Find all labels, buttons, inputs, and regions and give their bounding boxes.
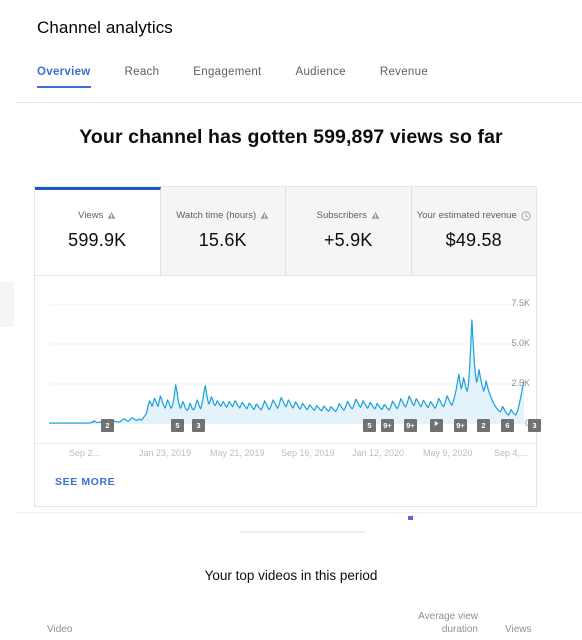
- metric-card-watch-time[interactable]: Watch time (hours) 15.6K: [160, 187, 286, 275]
- tab-overview[interactable]: Overview: [37, 66, 91, 88]
- metric-label-views-text: Views: [78, 210, 104, 221]
- column-header-video: Video: [47, 624, 73, 635]
- x-tick-label: May 21, 2019: [210, 448, 265, 458]
- metric-label-subscribers-text: Subscribers: [316, 210, 367, 221]
- metric-label-subscribers: Subscribers: [317, 210, 380, 221]
- chart-event-badge[interactable]: 9+: [381, 419, 394, 432]
- x-tick-label: Jan 23, 2019: [139, 448, 192, 458]
- metric-card-subscribers[interactable]: Subscribers +5.9K: [286, 187, 412, 275]
- triangle-icon: [371, 211, 380, 220]
- x-tick-label: May 9, 2020: [423, 448, 473, 458]
- metric-card-strip: Views 599.9K Watch time (hours) 15.6K Su…: [34, 186, 537, 276]
- tab-audience[interactable]: Audience: [296, 66, 346, 88]
- metric-value-estimated-revenue: $49.58: [445, 230, 502, 250]
- metric-card-views[interactable]: Views 599.9K: [35, 187, 161, 275]
- avg-view-duration-line1: Average view: [418, 611, 478, 622]
- metric-value-views: 599.9K: [68, 230, 127, 250]
- column-header-views: Views: [505, 624, 532, 635]
- left-gutter-artifact: [0, 282, 14, 327]
- chart-event-badge[interactable]: 6: [501, 419, 514, 432]
- chart-y-axis: 7.5K 5.0K 2.5K 0: [484, 298, 530, 428]
- see-more-link[interactable]: SEE MORE: [55, 476, 115, 488]
- chart-event-badge[interactable]: 2: [477, 419, 490, 432]
- metric-label-views: Views: [78, 210, 116, 221]
- triangle-icon: [260, 211, 269, 220]
- tab-reach[interactable]: Reach: [125, 66, 160, 88]
- top-videos-title: Your top videos in this period: [204, 568, 378, 583]
- views-chart-card: 7.5K 5.0K 2.5K 0 25359+9+9+263 Sep 2...J…: [34, 276, 541, 507]
- thin-divider: [240, 531, 365, 533]
- chart-event-badge[interactable]: 5: [171, 419, 184, 432]
- chart-event-badge[interactable]: 2: [101, 419, 114, 432]
- chart-area-fill: [49, 320, 524, 424]
- analytics-tab-bar: Overview Reach Engagement Audience Reven…: [37, 66, 462, 88]
- y-tick-label: 5.0K: [511, 338, 530, 348]
- chart-event-badges: 2 5 3 5 9+ 9+ 9+ 2 6 3: [49, 419, 541, 435]
- tab-revenue[interactable]: Revenue: [380, 66, 428, 88]
- metric-value-watch-time: 15.6K: [198, 230, 247, 250]
- chart-event-badge[interactable]: 3: [528, 419, 541, 432]
- page-title: Channel analytics: [37, 18, 173, 37]
- analytics-header: Channel analytics Overview Reach Engagem…: [15, 0, 582, 103]
- x-tick-label: Sep 16, 2019: [281, 448, 335, 458]
- metric-value-subscribers: +5.9K: [323, 230, 373, 250]
- x-tick-label: Sep 2...: [69, 448, 101, 458]
- metric-label-watch-time: Watch time (hours): [176, 210, 269, 221]
- views-chart[interactable]: [49, 304, 524, 424]
- blue-marker-icon: [408, 516, 413, 520]
- views-chart-svg: [49, 304, 524, 424]
- metric-card-estimated-revenue[interactable]: Your estimated revenue $49.58: [411, 187, 536, 275]
- chart-event-badge[interactable]: 9+: [404, 419, 417, 432]
- chart-event-badge[interactable]: 9+: [454, 419, 467, 432]
- metric-label-watch-time-text: Watch time (hours): [176, 210, 257, 221]
- chart-event-badge[interactable]: 5: [363, 419, 376, 432]
- clock-icon: [521, 210, 531, 221]
- chart-x-axis: Sep 2... Jan 23, 2019 May 21, 2019 Sep 16, …: [35, 443, 538, 459]
- metric-label-estimated-revenue: Your estimated revenue: [417, 210, 531, 221]
- y-tick-label: 7.5K: [511, 298, 530, 308]
- avg-view-duration-line2: duration: [441, 624, 478, 635]
- badge-play-icon[interactable]: [430, 419, 443, 432]
- triangle-icon: [107, 211, 116, 220]
- section-divider: [15, 512, 582, 513]
- column-header-avg-view-duration: Average view duration: [404, 610, 478, 636]
- y-tick-label: 2.5K: [511, 378, 530, 388]
- channel-headline: Your channel has gotten 599,897 views so…: [79, 126, 503, 148]
- x-tick-label: Jan 12, 2020: [352, 448, 405, 458]
- channel-analytics-page: Channel analytics Overview Reach Engagem…: [0, 0, 582, 640]
- tab-engagement[interactable]: Engagement: [193, 66, 261, 88]
- chart-event-badge[interactable]: 3: [192, 419, 205, 432]
- x-tick-label: Sep 4,...: [494, 448, 528, 458]
- metric-label-estimated-revenue-text: Your estimated revenue: [416, 210, 517, 221]
